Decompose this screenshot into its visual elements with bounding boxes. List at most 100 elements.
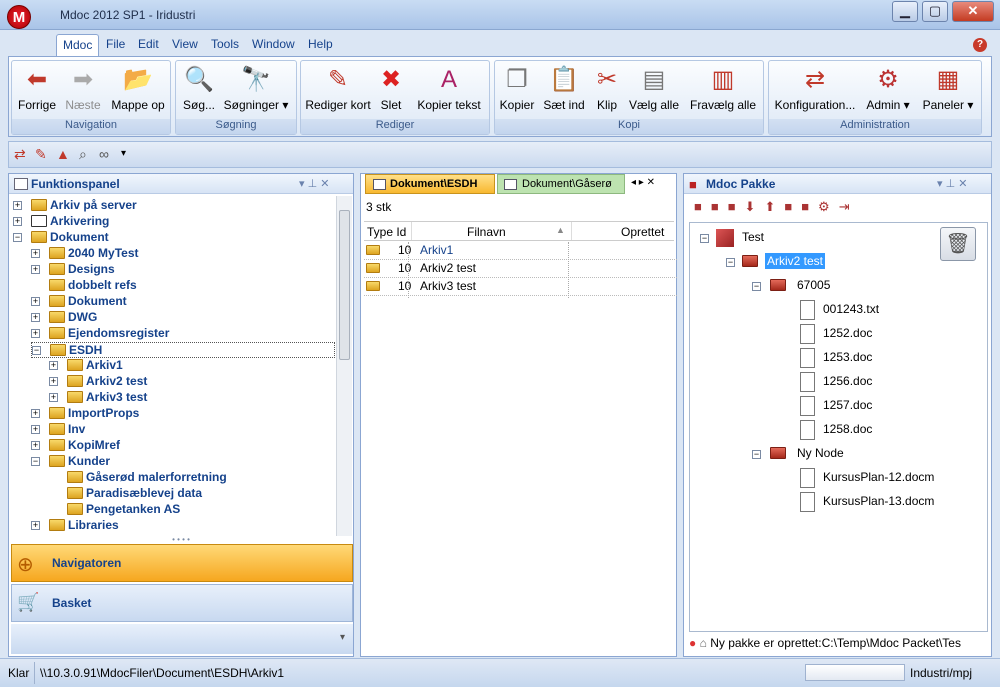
package-file[interactable]: KursusPlan-12.docm — [800, 468, 934, 488]
expander-icon[interactable]: + — [31, 425, 40, 434]
menu-view[interactable]: View — [172, 37, 198, 51]
expander-icon[interactable]: + — [49, 377, 58, 386]
tree-node[interactable]: − ESDH — [31, 342, 335, 358]
customize-toolbar-icon[interactable]: ▾ — [121, 148, 126, 159]
menu-edit[interactable]: Edit — [138, 37, 159, 51]
menu-help[interactable]: Help — [308, 37, 333, 51]
expander-icon[interactable]: + — [31, 313, 40, 322]
column-filnavn[interactable]: Filnavn — [467, 225, 506, 239]
panel-dropdown-icon[interactable]: ▾ ⊥ ✕ — [937, 177, 967, 190]
tree-node[interactable]: Paradisæblevej data — [49, 486, 202, 502]
package-file[interactable]: 1256.doc — [800, 372, 872, 392]
tree-node[interactable]: + Inv — [31, 422, 85, 438]
table-row[interactable]: 10 Arkiv2 test — [364, 260, 677, 278]
menu-file[interactable]: File — [106, 37, 125, 51]
package-node[interactable]: 67005 — [770, 276, 830, 294]
package-toolbar[interactable]: ■■■⬇⬆■■⚙⇥ — [694, 199, 859, 215]
expander-icon[interactable]: − — [32, 346, 41, 355]
nav-navigator[interactable]: Navigatoren — [11, 544, 353, 582]
panel-dropdown-icon[interactable]: ▾ ⊥ ✕ — [299, 177, 329, 190]
tree-scrollbar[interactable] — [336, 196, 352, 536]
tree-node[interactable]: Pengetanken AS — [49, 502, 180, 518]
tree-node[interactable]: + Arkivering — [13, 214, 109, 230]
table-row[interactable]: 10 Arkiv1 — [364, 242, 677, 260]
tree-node[interactable]: +2040 MyTest — [31, 246, 138, 262]
tree-node[interactable]: dobbelt refs — [31, 278, 137, 294]
column-oprettet[interactable]: Oprettet — [621, 225, 664, 239]
paste-button[interactable]: 📋 Sæt ind — [541, 65, 587, 112]
panels-button[interactable]: ▦ Paneler ▾ — [919, 65, 977, 112]
package-file[interactable]: KursusPlan-13.docm — [800, 492, 934, 512]
tree-node[interactable]: + Designs — [31, 262, 115, 278]
package-file[interactable]: 1253.doc — [800, 348, 872, 368]
package-file[interactable]: 1257.doc — [800, 396, 872, 416]
edit-card-icon[interactable]: ✎ — [35, 146, 47, 163]
select-all-button[interactable]: ▤ Vælg alle — [626, 65, 682, 112]
tree-node[interactable]: + Arkiv2 test — [49, 374, 147, 390]
menu-window[interactable]: Window — [252, 37, 295, 51]
deselect-all-button[interactable]: ▥ Fravælg alle — [686, 65, 760, 112]
tree-node[interactable]: + Arkiv3 test — [49, 390, 147, 406]
package-node[interactable]: Ny Node — [770, 444, 844, 462]
splitter[interactable]: • • • • — [9, 536, 353, 544]
package-file[interactable]: 001243.txt — [800, 300, 879, 320]
expander-icon[interactable]: + — [49, 393, 58, 402]
column-type-id[interactable]: Type Id — [367, 225, 406, 239]
collapse-icon[interactable]: − — [726, 258, 735, 267]
expander-icon[interactable]: − — [31, 457, 40, 466]
folder-up-button[interactable]: 📂 Mappe op — [108, 65, 168, 112]
expander-icon[interactable]: + — [31, 329, 40, 338]
package-file[interactable]: 1258.doc — [800, 420, 872, 440]
minimize-button[interactable]: ▁ — [892, 1, 918, 22]
tree-node[interactable]: Gåserød malerforretning — [49, 470, 227, 486]
tree-node[interactable]: + Ejendomsregister — [31, 326, 169, 342]
tree-node[interactable]: + DWG — [31, 310, 97, 326]
admin-button[interactable]: ⚙ Admin ▾ — [863, 65, 913, 112]
expander-icon[interactable]: + — [31, 265, 40, 274]
delete-button[interactable]: ✖ Slet — [375, 65, 407, 112]
configuration-button[interactable]: ⇄ Konfiguration... — [772, 65, 858, 112]
search-button[interactable]: 🔍 Søg... — [180, 65, 218, 112]
table-row[interactable]: 10 Arkiv3 test — [364, 278, 677, 296]
swap-arrows-icon[interactable]: ⇄ — [14, 146, 26, 163]
copy-text-button[interactable]: A Kopier tekst — [411, 65, 487, 112]
nav-overflow[interactable]: ▾ — [11, 624, 353, 654]
tree-node[interactable]: + Dokument — [31, 294, 127, 310]
cut-button[interactable]: ✂ Klip — [591, 65, 623, 112]
tree-node[interactable]: + Arkiv1 — [49, 358, 123, 374]
package-node[interactable]: Test — [716, 228, 764, 247]
tree-node[interactable]: + Libraries — [31, 518, 119, 534]
folder-up-icon[interactable]: ▲ — [56, 146, 70, 162]
app-logo[interactable]: M — [7, 5, 31, 29]
expander-icon[interactable]: + — [31, 441, 40, 450]
collapse-icon[interactable]: − — [752, 450, 761, 459]
edit-card-button[interactable]: ✎ Rediger kort — [305, 65, 371, 112]
back-button[interactable]: ⬅ Forrige — [15, 65, 59, 112]
expander-icon[interactable]: + — [31, 297, 40, 306]
expander-icon[interactable]: + — [49, 361, 58, 370]
tree-node[interactable]: − Kunder — [31, 454, 110, 470]
scrollbar-thumb[interactable] — [339, 210, 350, 360]
tree-node[interactable]: + ImportProps — [31, 406, 139, 422]
tree-node[interactable]: + KopiMref — [31, 438, 120, 454]
expander-icon[interactable]: + — [31, 409, 40, 418]
searches-button[interactable]: 🔭 Søgninger ▾ — [222, 65, 290, 112]
search-icon[interactable]: ⌕ — [79, 146, 87, 163]
maximize-button[interactable]: ▢ — [922, 1, 948, 22]
trash-icon[interactable]: 🗑 — [940, 227, 976, 261]
collapse-icon[interactable]: − — [700, 234, 709, 243]
menu-tools[interactable]: Tools — [211, 37, 239, 51]
help-icon[interactable]: ? — [973, 38, 987, 52]
binoculars-icon[interactable]: ∞ — [99, 146, 109, 162]
tree-node[interactable]: + Arkiv på server — [13, 198, 137, 214]
expander-icon[interactable]: + — [31, 249, 40, 258]
tree-node[interactable]: − Dokument — [13, 230, 109, 246]
nav-basket[interactable]: Basket — [11, 584, 353, 622]
expander-icon[interactable]: − — [13, 233, 22, 242]
package-node-selected[interactable]: Arkiv2 test — [742, 252, 826, 270]
expander-icon[interactable]: + — [13, 217, 22, 226]
package-file[interactable]: 1252.doc — [800, 324, 872, 344]
expander-icon[interactable]: + — [13, 201, 22, 210]
expander-icon[interactable]: + — [31, 521, 40, 530]
collapse-icon[interactable]: − — [752, 282, 761, 291]
